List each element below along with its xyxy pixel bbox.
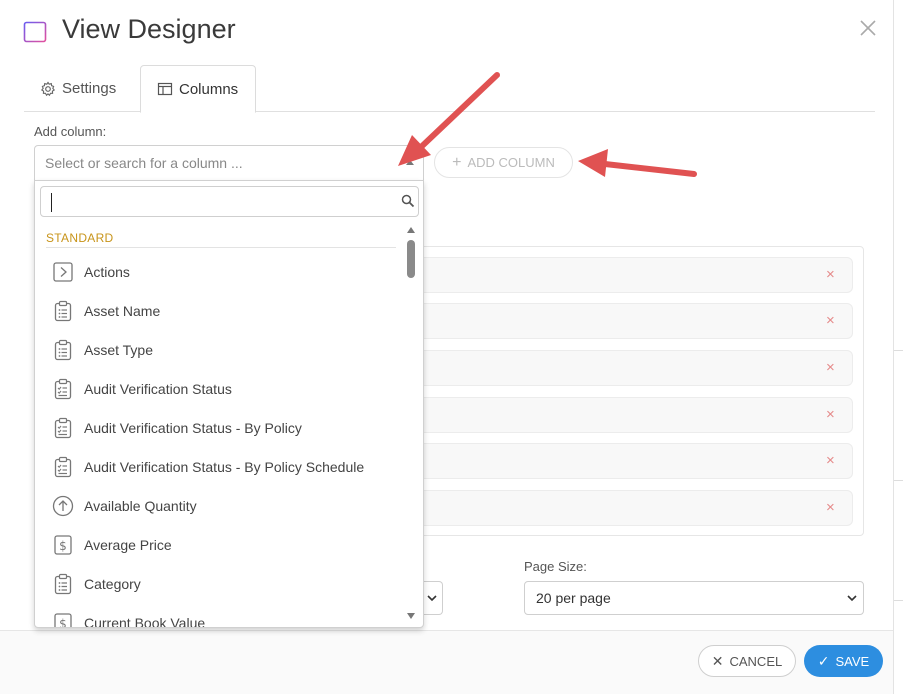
- tab-columns-label: Columns: [179, 80, 239, 98]
- selected-column-row[interactable]: ×: [414, 303, 853, 339]
- search-icon: [401, 194, 415, 208]
- selected-column-row[interactable]: ×: [414, 257, 853, 293]
- list-item[interactable]: Actions: [35, 253, 405, 292]
- list-item-label: Current Book Value: [84, 615, 206, 628]
- clipboard-check-icon: [54, 417, 72, 439]
- cancel-button[interactable]: ✕ CANCEL: [698, 645, 796, 677]
- list-item[interactable]: Audit Verification Status - By Policy: [35, 409, 405, 448]
- view-designer-icon: [23, 21, 47, 43]
- arrow-up-circle-icon: [52, 495, 74, 517]
- selected-column-row[interactable]: ×: [414, 350, 853, 386]
- close-icon: ✕: [711, 652, 724, 669]
- selected-column-row[interactable]: ×: [414, 443, 853, 479]
- list-item-label: Audit Verification Status: [84, 381, 232, 397]
- group-divider: [46, 247, 396, 248]
- svg-text:$: $: [59, 539, 67, 553]
- scroll-down-icon[interactable]: [407, 613, 415, 619]
- save-button[interactable]: ✓ SAVE: [804, 645, 883, 677]
- add-column-button-label: ADD COLUMN: [467, 155, 555, 170]
- remove-column-icon[interactable]: ×: [826, 266, 835, 283]
- chevron-down-icon: [847, 595, 857, 602]
- list-item-label: Available Quantity: [84, 498, 197, 514]
- remove-column-icon[interactable]: ×: [826, 312, 835, 329]
- list-item[interactable]: Asset Name: [35, 292, 405, 331]
- check-icon: ✓: [817, 652, 830, 669]
- dollar-box-icon: $: [54, 613, 72, 628]
- list-item-label: Category: [84, 576, 141, 592]
- tab-settings[interactable]: Settings: [40, 65, 116, 112]
- dropdown-list: Actions Asset Name Asset Type Audit Veri…: [35, 253, 405, 628]
- play-box-icon: [53, 262, 73, 282]
- save-button-label: SAVE: [835, 653, 870, 669]
- tab-settings-label: Settings: [62, 80, 117, 97]
- caret-up-icon: [406, 160, 414, 165]
- page-size-select[interactable]: 20 per page: [524, 581, 864, 615]
- clipboard-check-icon: [54, 456, 72, 478]
- chevron-down-icon: [427, 595, 437, 602]
- column-select[interactable]: Select or search for a column ...: [34, 145, 424, 180]
- gear-icon: [40, 81, 56, 96]
- page-size-label: Page Size:: [524, 559, 587, 574]
- selected-column-row[interactable]: ×: [414, 490, 853, 526]
- modal-header: View Designer: [0, 0, 893, 64]
- tab-columns[interactable]: Columns: [140, 65, 256, 113]
- list-item[interactable]: Available Quantity: [35, 487, 405, 526]
- list-item[interactable]: Asset Type: [35, 331, 405, 370]
- list-item-label: Asset Name: [84, 303, 161, 319]
- svg-text:$: $: [59, 617, 67, 628]
- list-item[interactable]: Category: [35, 565, 405, 604]
- list-item[interactable]: Audit Verification Status - By Policy Sc…: [35, 448, 405, 487]
- clipboard-list-icon: [54, 339, 72, 361]
- scroll-up-icon[interactable]: [407, 227, 415, 233]
- clipboard-list-icon: [54, 573, 72, 595]
- remove-column-icon[interactable]: ×: [826, 359, 835, 376]
- list-item[interactable]: Audit Verification Status: [35, 370, 405, 409]
- group-label-standard: STANDARD: [46, 231, 114, 245]
- tab-bar: Settings Columns: [24, 65, 875, 113]
- selected-column-row[interactable]: ×: [414, 397, 853, 433]
- scrollbar-thumb[interactable]: [407, 240, 415, 278]
- clipboard-list-icon: [54, 300, 72, 322]
- list-item[interactable]: $ Average Price: [35, 526, 405, 565]
- dropdown-search-input[interactable]: [40, 186, 419, 217]
- add-column-button[interactable]: + ADD COLUMN: [434, 147, 573, 178]
- dollar-box-icon: $: [54, 535, 72, 555]
- dropdown-scrollbar[interactable]: [405, 225, 417, 625]
- clipboard-check-icon: [54, 378, 72, 400]
- dialog-title: View Designer: [62, 14, 236, 44]
- cancel-button-label: CANCEL: [729, 653, 783, 669]
- remove-column-icon[interactable]: ×: [826, 452, 835, 469]
- column-select-placeholder: Select or search for a column ...: [45, 155, 243, 171]
- background-page-strip: [893, 0, 903, 694]
- view-designer-modal: View Designer Settings Columns Add colum…: [0, 0, 893, 694]
- list-item-label: Actions: [84, 264, 130, 280]
- page-size-value: 20 per page: [536, 590, 611, 606]
- list-item-label: Average Price: [84, 537, 172, 553]
- column-dropdown: STANDARD Actions Asset Name Asset Type A…: [34, 180, 424, 628]
- list-item-label: Audit Verification Status - By Policy Sc…: [84, 459, 365, 475]
- list-item[interactable]: $ Current Book Value: [35, 604, 405, 628]
- columns-icon: [157, 82, 173, 96]
- plus-icon: +: [452, 153, 462, 171]
- text-cursor: [51, 193, 52, 212]
- remove-column-icon[interactable]: ×: [826, 406, 835, 423]
- add-column-label: Add column:: [34, 124, 107, 139]
- list-item-label: Audit Verification Status - By Policy: [84, 420, 302, 436]
- list-item-label: Asset Type: [84, 342, 154, 358]
- close-icon[interactable]: [857, 17, 879, 39]
- remove-column-icon[interactable]: ×: [826, 499, 835, 516]
